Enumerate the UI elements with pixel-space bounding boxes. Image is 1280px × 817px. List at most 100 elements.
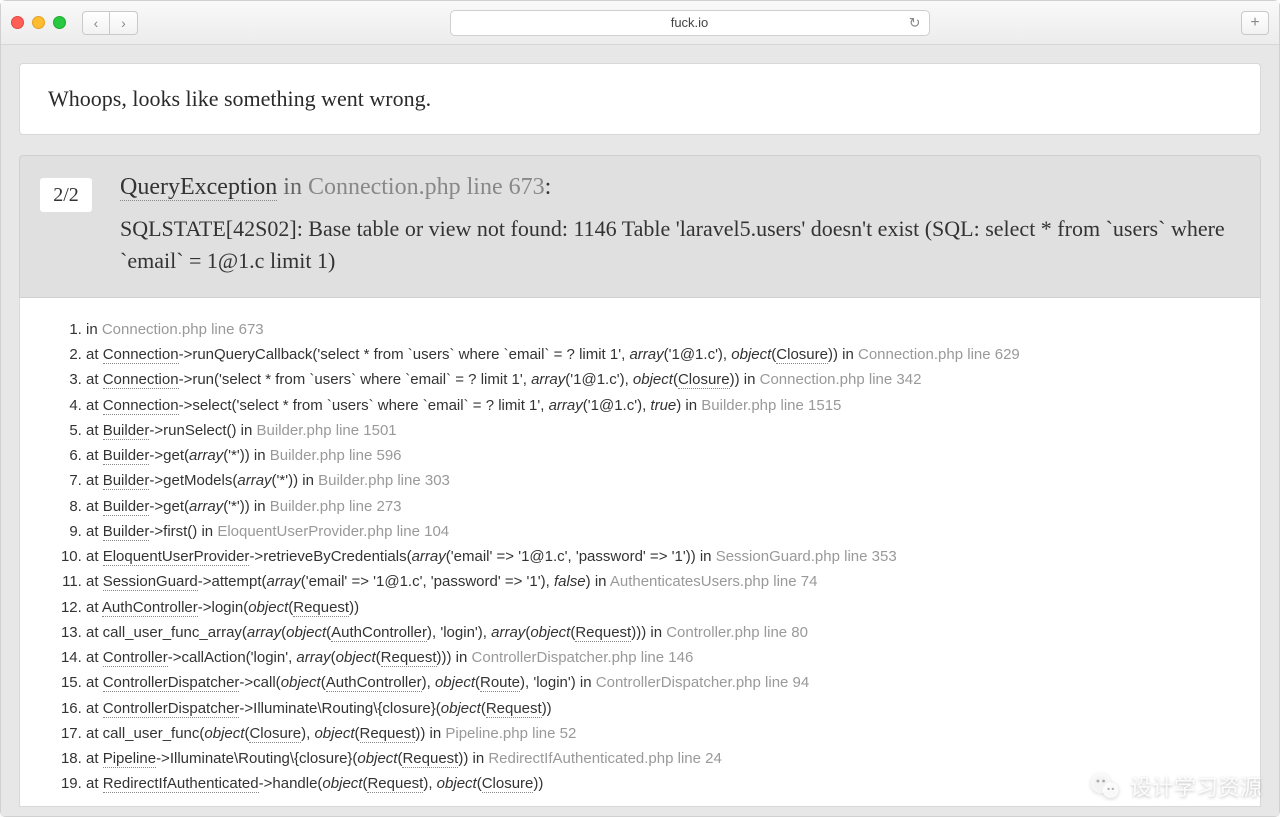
trace-location-link[interactable]: ControllerDispatcher.php line 94 [596,674,809,691]
back-button[interactable]: ‹ [82,11,110,35]
exception-header: 2/2 QueryException in Connection.php lin… [19,155,1261,298]
exception-type[interactable]: QueryException [120,174,277,201]
trace-class-link[interactable]: AuthController [326,674,422,692]
trace-location-link[interactable]: Builder.php line 1515 [701,397,841,414]
trace-class-link[interactable]: RedirectIfAuthenticated [103,775,259,793]
trace-class-link[interactable]: Request [293,599,349,617]
trace-class-link[interactable]: Closure [482,775,534,793]
url-bar[interactable]: fuck.io ↻ [450,10,930,36]
trace-text: ))) in [631,624,666,641]
trace-class-link[interactable]: Closure [776,346,828,364]
trace-location-link[interactable]: RedirectIfAuthenticated.php line 24 [488,750,722,767]
trace-location-link[interactable]: SessionGuard.php line 353 [716,548,897,565]
trace-class-link[interactable]: Closure [678,371,730,389]
new-tab-button[interactable]: + [1241,11,1269,35]
trace-location-link[interactable]: Pipeline.php line 52 [445,725,576,742]
trace-keyword: object [437,775,477,792]
trace-text: ->select('select * from `users` where `e… [179,397,549,414]
reload-icon[interactable]: ↻ [909,14,921,31]
url-text: fuck.io [671,15,709,30]
trace-text: at [86,775,103,792]
trace-text: at [86,548,103,565]
trace-class-link[interactable]: SessionGuard [103,573,198,591]
trace-class-link[interactable]: Connection [103,346,179,364]
trace-class-link[interactable]: Builder [103,523,150,541]
trace-class-link[interactable]: ControllerDispatcher [103,700,240,718]
trace-keyword: array [189,447,223,464]
trace-item: at call_user_func(object(Closure), objec… [86,722,1236,745]
trace-text: ->first() in [149,523,217,540]
trace-text: at [86,498,103,515]
trace-location-link[interactable]: Connection.php line 342 [760,371,922,388]
forward-button[interactable]: › [110,11,138,35]
trace-item: at Connection->run('select * from `users… [86,368,1236,391]
trace-location-link[interactable]: ControllerDispatcher.php line 146 [472,649,694,666]
trace-class-link[interactable]: Request [575,624,631,642]
trace-text: ->handle( [259,775,323,792]
trace-class-link[interactable]: Route [480,674,520,692]
trace-text: )) [533,775,543,792]
trace-keyword: object [286,624,326,641]
trace-location-link[interactable]: Builder.php line 303 [318,472,450,489]
close-window-button[interactable] [11,16,24,29]
trace-keyword: object [322,775,362,792]
trace-class-link[interactable]: Controller [103,649,168,667]
trace-text: ( [321,674,326,691]
maximize-window-button[interactable] [53,16,66,29]
trace-text: at call_user_func( [86,725,204,742]
exception-location[interactable]: Connection.php line 673 [308,174,545,200]
trace-text: ->Illuminate\Routing\{closure}( [156,750,357,767]
nav-buttons: ‹ › [82,11,138,35]
trace-keyword: array [247,624,281,641]
trace-class-link[interactable]: AuthController [331,624,427,642]
trace-keyword: object [357,750,397,767]
trace-class-link[interactable]: Builder [103,472,150,490]
page-content: Whoops, looks like something went wrong.… [1,45,1279,816]
trace-text: ('email' => '1@1.c', 'password' => '1'))… [446,548,716,565]
minimize-window-button[interactable] [32,16,45,29]
browser-window: ‹ › fuck.io ↻ + Whoops, looks like somet… [0,0,1280,817]
trace-text: ), 'login') in [520,674,596,691]
trace-location-link[interactable]: Connection.php line 673 [102,321,264,338]
trace-class-link[interactable]: Connection [103,397,179,415]
trace-text: ->runQueryCallback('select * from `users… [179,346,630,363]
trace-text: ->Illuminate\Routing\{closure}( [239,700,440,717]
trace-location-link[interactable]: Builder.php line 1501 [257,422,397,439]
trace-class-link[interactable]: Request [360,725,416,743]
trace-item: at Controller->callAction('login', array… [86,646,1236,669]
trace-text: ), [422,674,435,691]
trace-text: ->get( [149,498,189,515]
trace-keyword: object [281,674,321,691]
trace-class-link[interactable]: Builder [103,498,150,516]
trace-location-link[interactable]: EloquentUserProvider.php line 104 [217,523,449,540]
chevron-left-icon: ‹ [94,15,99,31]
trace-location-link[interactable]: Builder.php line 273 [270,498,402,515]
trace-location-link[interactable]: AuthenticatesUsers.php line 74 [610,573,818,590]
trace-text: at [86,422,103,439]
trace-class-link[interactable]: Builder [103,447,150,465]
trace-text: at [86,472,103,489]
trace-class-link[interactable]: Request [486,700,542,718]
trace-class-link[interactable]: Connection [103,371,179,389]
trace-keyword: object [633,371,673,388]
trace-item: at RedirectIfAuthenticated->handle(objec… [86,772,1236,795]
whoops-banner: Whoops, looks like something went wrong. [19,63,1261,135]
trace-class-link[interactable]: Closure [249,725,301,743]
trace-location-link[interactable]: Builder.php line 596 [270,447,402,464]
trace-keyword: array [531,371,565,388]
trace-class-link[interactable]: Pipeline [103,750,156,768]
trace-class-link[interactable]: ControllerDispatcher [103,674,240,692]
trace-class-link[interactable]: EloquentUserProvider [103,548,250,566]
trace-class-link[interactable]: Request [367,775,423,793]
trace-location-link[interactable]: Controller.php line 80 [666,624,808,641]
trace-location-link[interactable]: Connection.php line 629 [858,346,1020,363]
trace-class-link[interactable]: Request [381,649,437,667]
trace-text: ))) in [437,649,472,666]
trace-class-link[interactable]: Builder [103,422,150,440]
trace-text: in [86,321,102,338]
trace-class-link[interactable]: Request [402,750,458,768]
trace-text: ), [423,775,436,792]
trace-class-link[interactable]: AuthController [102,599,198,617]
trace-text: ( [355,725,360,742]
trace-item: at Connection->select('select * from `us… [86,394,1236,417]
